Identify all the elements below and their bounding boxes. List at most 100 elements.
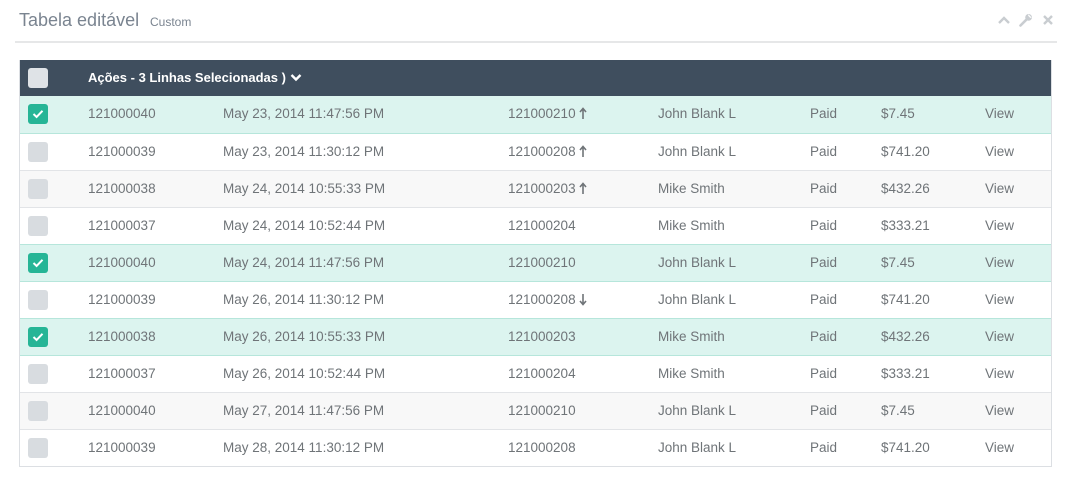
row-date: May 24, 2014 11:47:56 PM xyxy=(223,255,385,270)
select-all-checkbox[interactable] xyxy=(28,68,48,88)
row-view-link[interactable]: View xyxy=(985,106,1014,121)
table-row[interactable]: 121000039 May 28, 2014 11:30:12 PM 1210002… xyxy=(20,429,1051,466)
row-status: Paid xyxy=(810,440,838,455)
row-view-link[interactable]: View xyxy=(985,292,1014,307)
row-view-link[interactable]: View xyxy=(985,366,1014,381)
row-ref: 121000208 xyxy=(508,144,587,159)
row-ref: 121000204 xyxy=(508,366,576,381)
row-id: 121000039 xyxy=(88,292,156,307)
row-date: May 27, 2014 11:47:56 PM xyxy=(223,403,385,418)
table-body: 121000040 May 23, 2014 11:47:56 PM 1210002… xyxy=(20,96,1051,466)
table-row[interactable]: 121000040 May 23, 2014 11:47:56 PM 1210002… xyxy=(20,96,1051,133)
row-checkbox[interactable] xyxy=(28,401,48,421)
row-date: May 24, 2014 10:55:33 PM xyxy=(223,181,386,196)
row-ref-value: 121000210 xyxy=(508,106,576,121)
row-ref-value: 121000208 xyxy=(508,440,576,455)
row-date: May 26, 2014 11:30:12 PM xyxy=(223,292,385,307)
row-status: Paid xyxy=(810,144,838,159)
chevron-down-icon xyxy=(290,74,302,82)
row-date: May 26, 2014 10:52:44 PM xyxy=(223,366,386,381)
row-date: May 23, 2014 11:30:12 PM xyxy=(223,144,385,159)
row-ref-value: 121000203 xyxy=(508,181,576,196)
row-checkbox[interactable] xyxy=(28,438,48,458)
arrow-up-icon xyxy=(578,182,587,195)
row-status: Paid xyxy=(810,403,838,418)
row-customer-name: Mike Smith xyxy=(658,181,725,196)
row-id: 121000040 xyxy=(88,255,156,270)
row-checkbox[interactable] xyxy=(28,327,48,347)
row-customer-name: John Blank L xyxy=(658,255,737,270)
arrow-down-icon xyxy=(578,293,587,306)
table-row[interactable]: 121000040 May 27, 2014 11:47:56 PM 1210002… xyxy=(20,392,1051,429)
row-date: May 28, 2014 11:30:12 PM xyxy=(223,440,385,455)
row-status: Paid xyxy=(810,106,838,121)
row-view-link[interactable]: View xyxy=(985,218,1014,233)
table-row[interactable]: 121000037 May 26, 2014 10:52:44 PM 1210002… xyxy=(20,355,1051,392)
chevron-up-icon[interactable] xyxy=(997,12,1011,28)
table-row[interactable]: 121000040 May 24, 2014 11:47:56 PM 1210002… xyxy=(20,244,1051,281)
row-id: 121000038 xyxy=(88,329,156,344)
row-date: May 24, 2014 10:52:44 PM xyxy=(223,218,386,233)
row-ref-value: 121000210 xyxy=(508,403,576,418)
row-amount: $333.21 xyxy=(881,366,930,381)
row-status: Paid xyxy=(810,255,838,270)
row-amount: $432.26 xyxy=(881,329,930,344)
row-checkbox[interactable] xyxy=(28,179,48,199)
table-row[interactable]: 121000039 May 23, 2014 11:30:12 PM 1210002… xyxy=(20,133,1051,170)
row-checkbox[interactable] xyxy=(28,216,48,236)
widget-title: Tabela editável xyxy=(19,10,140,30)
row-checkbox[interactable] xyxy=(28,290,48,310)
wrench-icon[interactable] xyxy=(1019,12,1033,28)
row-view-link[interactable]: View xyxy=(985,440,1014,455)
row-amount: $741.20 xyxy=(881,144,930,159)
row-amount: $7.45 xyxy=(881,106,915,121)
arrow-up-icon xyxy=(578,145,587,158)
row-id: 121000039 xyxy=(88,144,156,159)
close-icon[interactable] xyxy=(1041,12,1055,28)
row-status: Paid xyxy=(810,292,838,307)
row-ref: 121000204 xyxy=(508,218,576,233)
row-view-link[interactable]: View xyxy=(985,329,1014,344)
widget-header: Tabela editável Custom xyxy=(15,0,1057,43)
widget-subtitle: Custom xyxy=(150,15,192,29)
row-view-link[interactable]: View xyxy=(985,403,1014,418)
row-ref-value: 121000203 xyxy=(508,329,576,344)
widget-tools xyxy=(997,12,1055,28)
row-view-link[interactable]: View xyxy=(985,181,1014,196)
row-checkbox[interactable] xyxy=(28,253,48,273)
row-id: 121000040 xyxy=(88,403,156,418)
row-id: 121000040 xyxy=(88,106,156,121)
row-ref: 121000208 xyxy=(508,292,587,307)
row-view-link[interactable]: View xyxy=(985,255,1014,270)
row-view-link[interactable]: View xyxy=(985,144,1014,159)
table-row[interactable]: 121000039 May 26, 2014 11:30:12 PM 1210002… xyxy=(20,281,1051,318)
row-customer-name: Mike Smith xyxy=(658,329,725,344)
row-checkbox[interactable] xyxy=(28,104,48,124)
row-amount: $741.20 xyxy=(881,292,930,307)
data-table: Ações - 3 Linhas Selecionadas ) 12100004… xyxy=(19,60,1052,467)
table-row[interactable]: 121000037 May 24, 2014 10:52:44 PM 1210002… xyxy=(20,207,1051,244)
row-id: 121000037 xyxy=(88,366,156,381)
row-ref-value: 121000210 xyxy=(508,255,576,270)
row-checkbox[interactable] xyxy=(28,142,48,162)
row-status: Paid xyxy=(810,329,838,344)
actions-dropdown[interactable]: Ações - 3 Linhas Selecionadas ) xyxy=(88,70,302,85)
row-id: 121000038 xyxy=(88,181,156,196)
table-row[interactable]: 121000038 May 26, 2014 10:55:33 PM 1210002… xyxy=(20,318,1051,355)
table-row[interactable]: 121000038 May 24, 2014 10:55:33 PM 1210002… xyxy=(20,170,1051,207)
row-date: May 26, 2014 10:55:33 PM xyxy=(223,329,386,344)
row-customer-name: Mike Smith xyxy=(658,218,725,233)
editable-table-widget: Tabela editável Custom Ações - 3 Linhas … xyxy=(15,0,1057,467)
row-id: 121000039 xyxy=(88,440,156,455)
row-status: Paid xyxy=(810,366,838,381)
table-header: Ações - 3 Linhas Selecionadas ) xyxy=(20,60,1051,96)
row-amount: $7.45 xyxy=(881,403,915,418)
row-amount: $7.45 xyxy=(881,255,915,270)
arrow-up-icon xyxy=(578,107,587,120)
row-ref: 121000203 xyxy=(508,329,576,344)
row-ref: 121000210 xyxy=(508,106,587,121)
row-checkbox[interactable] xyxy=(28,364,48,384)
row-ref: 121000208 xyxy=(508,440,576,455)
row-ref-value: 121000204 xyxy=(508,218,576,233)
row-ref: 121000210 xyxy=(508,403,576,418)
